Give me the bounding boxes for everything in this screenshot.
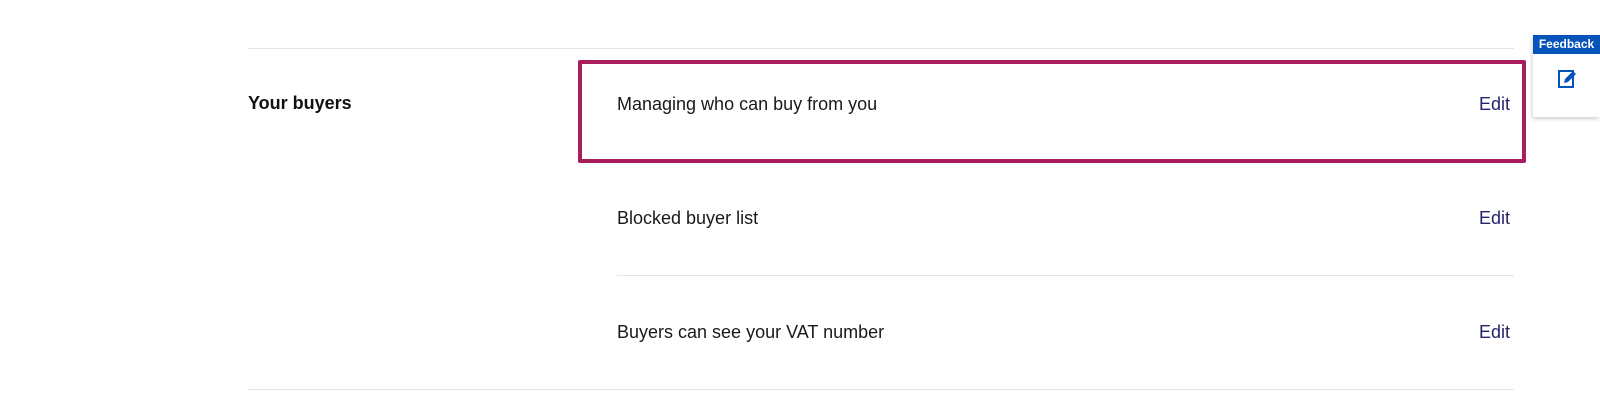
feedback-label: Feedback [1533,35,1600,54]
feedback-button[interactable]: Feedback [1533,35,1600,117]
edit-link-managing-buyers[interactable]: Edit [1479,94,1510,115]
setting-row-vat-visibility: Buyers can see your VAT number Edit [617,276,1514,389]
setting-row-managing-buyers: Managing who can buy from you Edit [617,48,1514,161]
edit-link-blocked-buyers[interactable]: Edit [1479,208,1510,229]
setting-label: Managing who can buy from you [617,94,878,114]
section-divider-bottom [248,389,1514,390]
setting-label: Blocked buyer list [617,208,759,228]
section-title: Your buyers [248,93,352,113]
edit-note-icon [1557,70,1576,88]
edit-link-vat-visibility[interactable]: Edit [1479,322,1510,343]
setting-row-blocked-buyers: Blocked buyer list Edit [617,162,1514,276]
setting-label: Buyers can see your VAT number [617,322,885,342]
